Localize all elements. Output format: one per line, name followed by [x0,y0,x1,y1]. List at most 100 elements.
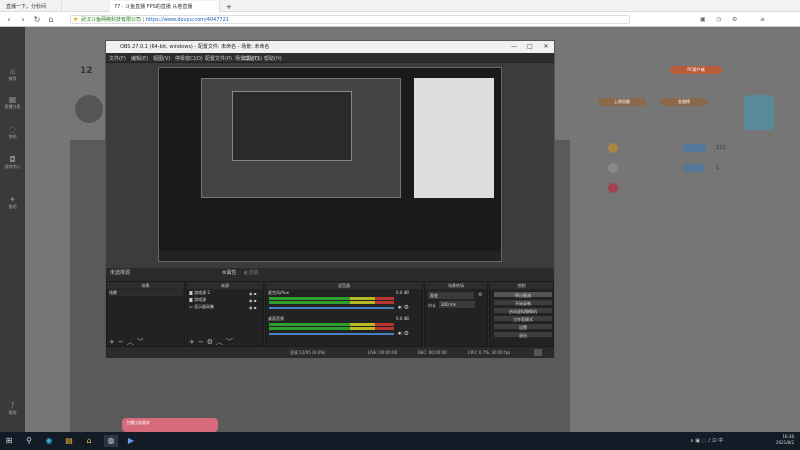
browser-tab-1[interactable]: 直播一下，分秒间 [2,1,62,12]
audio-meter [269,323,394,326]
obs-menu-bar: 文件(F) 编辑(E) 视图(V) 停靠窗口(D) 配置文件(P) 场景集合(S… [106,53,554,63]
home-icon: ⌂ [9,67,16,76]
start-recording-button[interactable]: 开始录制 [493,299,553,306]
browser-icon[interactable]: ◉ [42,435,56,447]
menu-help[interactable]: 帮助(H) [264,55,282,62]
audio-meter [269,297,394,300]
taskbar: ⊞ ⚲ ◉ ▤ ⌂ ◍ ▶ ∧ ▣ ◌ ♪ ⊡ 中 16:36 2021/8/2 [0,432,800,450]
pc-client-button[interactable]: PC客户端 [670,66,722,74]
app-icon[interactable]: ▶ [124,435,138,447]
level-number: 12 [80,66,93,76]
move-down-icon[interactable]: ﹀ [137,338,144,346]
transition-select[interactable]: 渐变 [428,292,474,299]
tab-weekly[interactable]: 上周贡献 [598,98,646,106]
gear-icon[interactable]: ⚙ [207,338,213,346]
move-down-icon[interactable]: ﹀ [226,338,233,346]
promo-banner[interactable] [744,95,774,130]
fish-icon: ✦ [9,195,16,204]
start-icon[interactable]: ⊞ [2,435,16,447]
speaker-icon[interactable]: 🔊︎ ⚙ [398,330,409,338]
clock[interactable]: 16:36 2021/8/2 [776,434,794,446]
history-icon[interactable]: ◷ [716,16,721,23]
scenes-title: 场景 [107,282,184,289]
maximize-button[interactable]: □ [522,41,538,53]
cpu-fps: CPU: 0.7%, 30.00 fps [468,350,511,355]
settings-icon[interactable]: ⚙ [732,16,737,23]
remove-icon[interactable]: − [198,338,204,346]
obs-preview[interactable] [106,63,554,268]
transition-dock: 场景转场 渐变 ⚙ 时长 300 ms [424,281,488,347]
duration-input[interactable]: 300 ms [439,301,475,308]
visibility-lock-icons[interactable]: ◉ ▪ ◉ ▪ ◉ ▪ [249,290,256,311]
add-icon[interactable]: + [109,338,115,346]
url-field[interactable]: ★ 武汉斗鱼网络科技有限公司 | https://www.douyu.com/4… [70,15,630,24]
gear-icon[interactable]: ⚙ [478,292,482,298]
forward-button[interactable]: › [18,15,28,24]
nav-games[interactable]: ◘ 游戏中心 [3,155,22,170]
browser-tab-2[interactable]: 77 · 斗鱼直播 FPS的直播 从卷直播 [110,1,220,12]
streamer-avatar[interactable] [75,95,103,123]
source-item[interactable]: ▭ 显示器采集 [189,304,214,310]
add-icon[interactable]: + [189,338,195,346]
close-button[interactable]: ✕ [538,41,554,53]
properties-button[interactable]: ⚙属性 [222,268,236,279]
studio-mode-button[interactable]: 工作室模式 [493,315,553,322]
audio-meter [269,301,394,304]
tab-label: 直播一下，分秒间 [6,4,47,10]
nav-category[interactable]: ▦ 直播分类 [3,95,22,110]
rank-badge-2 [682,164,706,172]
menu-tools[interactable]: 工具(T) [242,55,259,62]
source-item[interactable]: ◙ 游戏源 [189,297,206,303]
menu-file[interactable]: 文件(F) [109,55,126,62]
back-button[interactable]: ‹ [4,15,14,24]
mixer-channel-name: 麦克风/Aux [268,290,289,295]
remove-icon[interactable]: − [118,338,124,346]
new-tab-button[interactable]: + [222,1,234,12]
move-up-icon[interactable]: ︿ [127,338,134,346]
move-up-icon[interactable]: ︿ [216,338,223,346]
obs-title-bar: OBS 27.0.1 (64-bit, windows) - 配置文件: 未命名… [106,41,554,53]
rank-avatar-1 [608,143,618,153]
url-text: https://www.douyu.com/4047721 [145,17,229,23]
volume-slider[interactable] [269,307,394,309]
site-left-nav: ⌂ 推荐 ▦ 直播分类 ◌ 鱼吧 ◘ 游戏中心 ✦ 鱼吧 ? 帮助 [0,27,25,432]
rank-value-2: 1 [716,165,720,171]
nav-fishbar[interactable]: ◌ 鱼吧 [3,125,22,140]
explorer-icon[interactable]: ⌂ [82,435,96,447]
settings-button[interactable]: 设置 [493,323,553,330]
source-item[interactable]: ◙ 游戏源 2 [189,290,210,296]
scene-item[interactable]: 场景 [109,290,183,296]
popup-text: 主播比较喜欢 [126,420,150,425]
minimize-button[interactable]: — [506,41,522,53]
menu-view[interactable]: 视图(V) [153,55,170,62]
nav-more[interactable]: ✦ 鱼吧 [3,195,22,210]
notification-popup[interactable]: 主播比较喜欢 [122,418,218,432]
exit-button[interactable]: 退出 [493,331,553,338]
menu-edit[interactable]: 编辑(E) [131,55,148,62]
menu-dock[interactable]: 停靠窗口(D) [175,55,203,62]
stop-streaming-button[interactable]: 停止推流 [493,291,553,298]
search-icon[interactable]: ⚲ [22,435,36,447]
virtual-camera-button[interactable]: 启动虚拟摄像机 [493,307,553,314]
star-icon[interactable]: ★ [73,16,78,24]
rec-timer: REC: 00:00:00 [418,350,447,355]
home-button[interactable]: ⌂ [46,15,56,24]
menu-profile[interactable]: 配置文件(P) [205,55,232,62]
obs-taskbar-icon[interactable]: ◍ [104,435,118,447]
source-toolbar: 未选择源 ⚙属性 ◐滤镜 [108,268,554,279]
nav-help[interactable]: ? 帮助 [3,401,22,416]
controls-dock: 控制 停止推流 开始录制 启动虚拟摄像机 工作室模式 设置 退出 [489,281,554,347]
filters-button[interactable]: ◐滤镜 [244,268,258,279]
extension-icon[interactable]: ▣ [700,16,706,23]
speaker-icon[interactable]: 🔊︎ ⚙ [398,304,409,312]
tray-icons[interactable]: ∧ ▣ ◌ ♪ ⊡ 中 [690,437,723,444]
scenes-toolbar: + − ︿ ﹀ [107,338,184,346]
mixer-dock: 混音器 麦克风/Aux 0.0 dB 🔊︎ ⚙ 桌面音频 0.0 dB 🔊︎ ⚙ [265,281,423,347]
folder-icon[interactable]: ▤ [62,435,76,447]
menu-icon[interactable]: ≡ [760,16,765,23]
tab-rank[interactable]: 金银榜 [660,98,708,106]
reload-button[interactable]: ↻ [32,15,42,24]
transition-title: 场景转场 [425,282,487,289]
volume-slider[interactable] [269,333,394,335]
nav-recommend[interactable]: ⌂ 推荐 [3,67,22,82]
